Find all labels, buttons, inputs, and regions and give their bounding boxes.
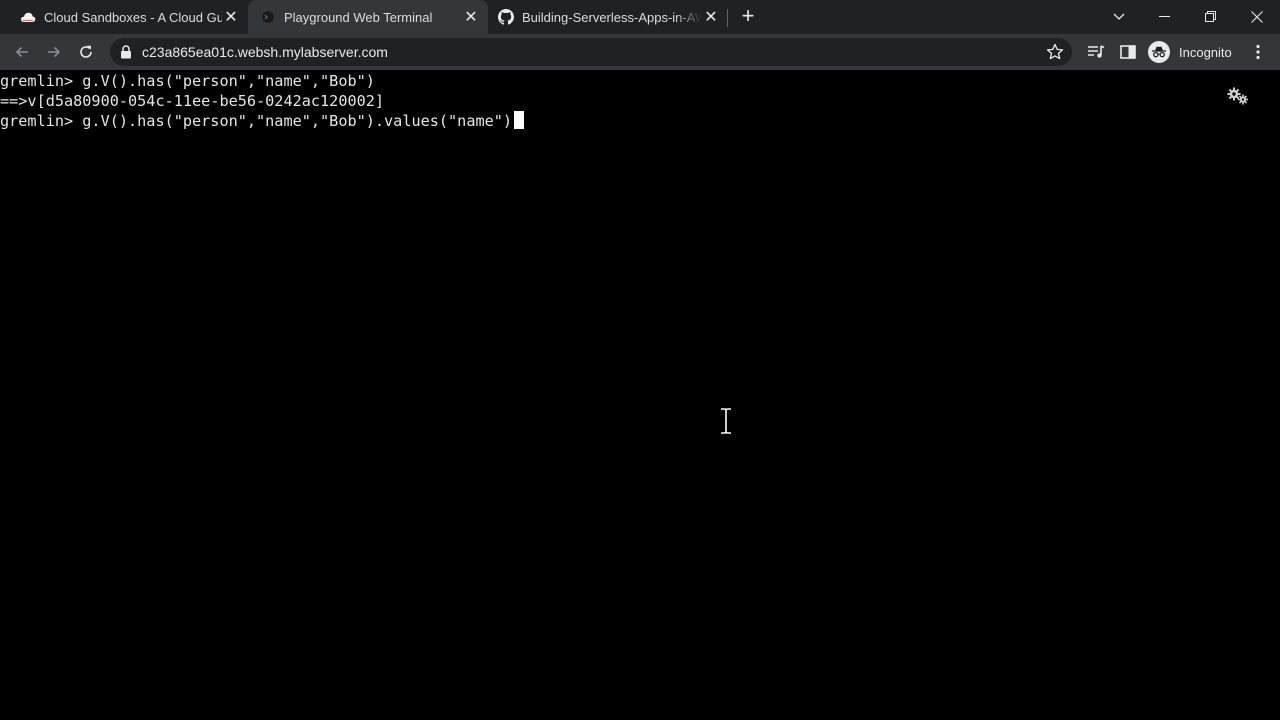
tab-title: Cloud Sandboxes - A Cloud Guru: [44, 9, 222, 25]
reload-icon: [80, 45, 92, 58]
url-text: c23a865ea01c.websh.mylabserver.com: [142, 44, 388, 60]
forward-button[interactable]: [40, 38, 68, 66]
ibeam-cursor-icon: [720, 408, 732, 434]
restore-button[interactable]: [1188, 0, 1234, 34]
browser-toolbar: c23a865ea01c.websh.mylabserver.com Incog…: [0, 34, 1280, 70]
address-bar[interactable]: c23a865ea01c.websh.mylabserver.com: [110, 38, 1072, 66]
tab-playground-web-terminal[interactable]: Playground Web Terminal ✕: [248, 0, 488, 34]
incognito-icon: [1148, 41, 1170, 63]
tab-strip: Cloud Sandboxes - A Cloud Guru ✕ Playgro…: [0, 0, 1280, 34]
incognito-profile-button[interactable]: Incognito: [1148, 39, 1232, 65]
lock-icon[interactable]: [120, 45, 132, 64]
gears-icon: [1227, 87, 1248, 105]
bookmark-star-icon[interactable]: [1046, 43, 1064, 66]
terminal-line: gremlin> g.V().has("person","name","Bob"…: [0, 71, 375, 91]
terminal-settings-button[interactable]: [1226, 86, 1250, 106]
tab-separator: [727, 9, 728, 27]
kebab-menu-icon: [1256, 44, 1260, 60]
terminal-line-text: ==>v[d5a80900-054c-11ee-be56-0242ac12000…: [0, 92, 385, 110]
web-terminal[interactable]: gremlin> g.V().has("person","name","Bob"…: [0, 70, 1280, 720]
media-control-button[interactable]: [1086, 42, 1106, 62]
terminal-favicon-icon: [260, 9, 276, 25]
side-panel-button[interactable]: [1118, 42, 1138, 62]
close-tab-icon[interactable]: ✕: [222, 8, 240, 26]
forward-arrow-icon: [48, 46, 61, 58]
restore-icon: [1205, 11, 1216, 22]
terminal-cursor: [514, 111, 525, 129]
terminal-line: gremlin> g.V().has("person","name","Bob"…: [0, 111, 525, 131]
browser-menu-button[interactable]: [1250, 42, 1266, 62]
media-queue-icon: [1088, 45, 1105, 58]
minimize-button[interactable]: [1142, 0, 1188, 34]
back-arrow-icon: [15, 46, 28, 58]
close-window-button[interactable]: [1234, 0, 1280, 34]
side-panel-icon: [1120, 45, 1136, 59]
minimize-icon: [1159, 16, 1170, 17]
new-tab-button[interactable]: +: [737, 5, 759, 28]
close-icon: [1251, 11, 1263, 23]
tab-cloud-sandboxes[interactable]: Cloud Sandboxes - A Cloud Guru ✕: [0, 0, 248, 34]
cloud-icon: [20, 9, 36, 25]
tab-building-serverless-apps[interactable]: Building-Serverless-Apps-in-AWS ✕: [488, 0, 728, 34]
terminal-line: ==>v[d5a80900-054c-11ee-be56-0242ac12000…: [0, 91, 384, 111]
tab-search-button[interactable]: [1096, 0, 1142, 34]
terminal-line-text: gremlin> g.V().has("person","name","Bob"…: [0, 112, 513, 130]
tab-title: Building-Serverless-Apps-in-AWS: [522, 9, 702, 25]
close-tab-icon[interactable]: ✕: [702, 8, 720, 26]
reload-button[interactable]: [72, 38, 100, 66]
github-icon: [498, 9, 514, 25]
back-button[interactable]: [8, 38, 36, 66]
tab-title: Playground Web Terminal: [284, 9, 433, 25]
close-tab-icon[interactable]: ✕: [462, 8, 480, 26]
profile-label: Incognito: [1179, 44, 1232, 60]
chevron-down-icon: [1113, 13, 1125, 20]
terminal-line-text: gremlin> g.V().has("person","name","Bob"…: [0, 72, 375, 90]
